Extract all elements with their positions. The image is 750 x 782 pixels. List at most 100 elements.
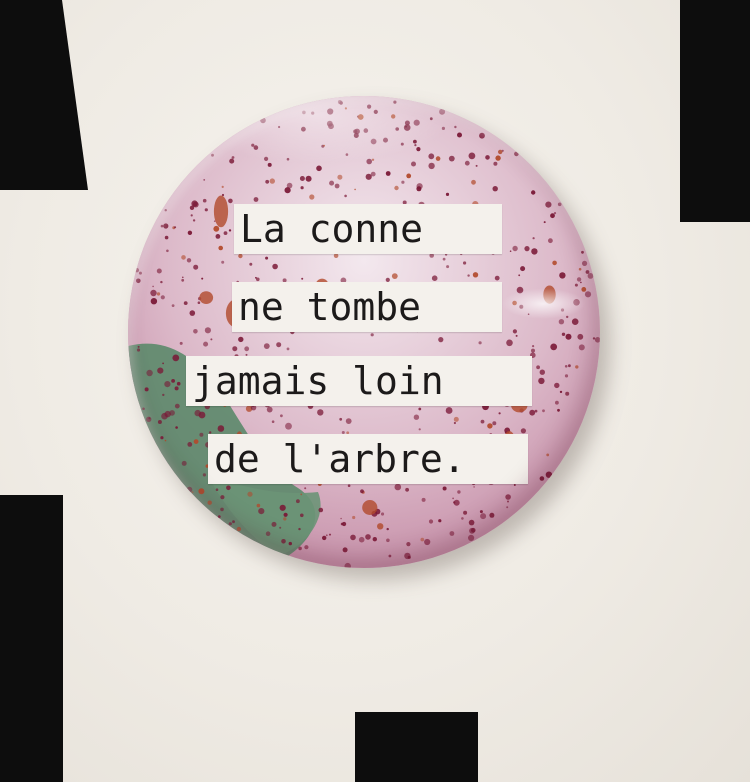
splatter-dot — [232, 520, 235, 524]
splatter-dot — [156, 292, 161, 296]
splatter-dot — [480, 513, 487, 520]
splatter-dot — [564, 365, 568, 368]
splatter-dot — [545, 201, 552, 208]
splatter-dot — [406, 542, 411, 547]
splatter-dot — [146, 416, 152, 422]
splatter-dot — [265, 256, 269, 260]
splatter-dot — [305, 175, 312, 182]
splatter-dot — [554, 382, 560, 389]
splatter-dot — [271, 420, 275, 424]
splatter-dot — [360, 489, 364, 494]
splatter-dot — [201, 277, 204, 280]
splatter-dot — [186, 486, 193, 493]
splatter-dot — [174, 386, 179, 391]
splatter-dot — [223, 231, 228, 236]
splatter-dot — [543, 221, 546, 224]
splatter-dot — [452, 497, 454, 500]
splatter-dot — [263, 343, 270, 349]
splatter-dot — [228, 198, 233, 204]
splatter-dot — [358, 536, 365, 543]
splatter-dot — [391, 273, 398, 279]
splatter-dot — [559, 390, 563, 394]
splatter-dot — [253, 197, 259, 202]
splatter-dot — [299, 176, 305, 181]
splatter-dot — [383, 137, 388, 143]
splatter-dot — [164, 235, 169, 240]
splatter-dot — [278, 125, 281, 129]
splatter-dot — [251, 143, 255, 147]
splatter-dot — [441, 126, 445, 130]
splatter-dot — [559, 272, 566, 279]
splatter-dot — [203, 341, 209, 347]
splatter-dot — [272, 263, 278, 270]
splatter-dot — [550, 213, 555, 219]
black-block-bottom-center — [355, 712, 478, 782]
splatter-dot — [301, 126, 306, 132]
splatter-dot — [171, 304, 175, 307]
splatter-dot — [534, 409, 538, 413]
splatter-dot — [260, 117, 266, 124]
black-block-bottom-left — [0, 495, 63, 782]
splatter-dot — [472, 272, 479, 278]
splatter-dot — [371, 158, 375, 161]
splatter-dot — [506, 506, 509, 509]
splatter-dot — [333, 253, 339, 258]
splatter-dot — [279, 504, 286, 511]
splatter-dot — [558, 319, 565, 325]
splatter-dot — [228, 522, 232, 526]
splatter-dot — [471, 179, 476, 185]
splatter-dot — [198, 488, 205, 495]
splatter-dot — [457, 490, 461, 494]
splatter-dot — [210, 338, 213, 341]
splatter-dot — [557, 202, 562, 207]
splatter-dot — [438, 337, 444, 343]
splatter-dot — [498, 149, 503, 155]
splatter-dot — [229, 158, 235, 164]
splatter-dot — [183, 301, 188, 305]
splatter-dot — [431, 275, 438, 281]
splatter-dot — [342, 521, 347, 527]
splatter-dot — [286, 157, 290, 161]
splatter-dot — [182, 276, 184, 279]
splatter-dot — [520, 266, 526, 272]
splatter-dot — [258, 508, 265, 515]
splatter-dot — [202, 473, 206, 477]
splatter-dot — [150, 298, 158, 305]
splatter-dot — [555, 400, 559, 405]
splatter-dot — [512, 245, 518, 252]
splatter-dot — [339, 417, 343, 421]
splatter-dot — [164, 209, 167, 212]
splatter-dot — [357, 114, 364, 120]
splatter-dot — [160, 436, 164, 440]
label-line-2: ne tombe — [232, 282, 502, 332]
splatter-dot — [311, 111, 315, 115]
splatter-dot — [571, 318, 579, 325]
splatter-dot — [286, 182, 293, 189]
splatter-dot — [386, 538, 390, 543]
splatter-dot — [192, 219, 196, 222]
splatter-dot — [138, 271, 142, 275]
splatter-dot — [485, 155, 490, 160]
splatter-dot — [581, 250, 584, 254]
splatter-dot — [550, 343, 558, 351]
splatter-dot — [492, 186, 498, 192]
splatter-dot — [350, 534, 356, 541]
splatter-dot — [317, 409, 324, 416]
splatter-dot — [512, 329, 517, 334]
splatter-dot — [193, 264, 199, 270]
splatter-dot — [236, 526, 242, 532]
splatter-dot — [134, 268, 139, 273]
splatter-dot — [172, 354, 180, 362]
splatter-dot — [267, 162, 272, 167]
splatter-dot — [473, 486, 475, 488]
splatter-dot — [193, 439, 199, 444]
splatter-dot — [584, 291, 592, 298]
splatter-dot — [377, 523, 384, 530]
splatter-dot — [442, 257, 446, 261]
splatter-dot — [318, 507, 324, 513]
splatter-dot — [300, 513, 304, 518]
splatter-dot — [298, 527, 301, 531]
splatter-dot — [301, 277, 304, 280]
splatter-dot — [506, 339, 513, 347]
splatter-dot — [288, 541, 292, 546]
